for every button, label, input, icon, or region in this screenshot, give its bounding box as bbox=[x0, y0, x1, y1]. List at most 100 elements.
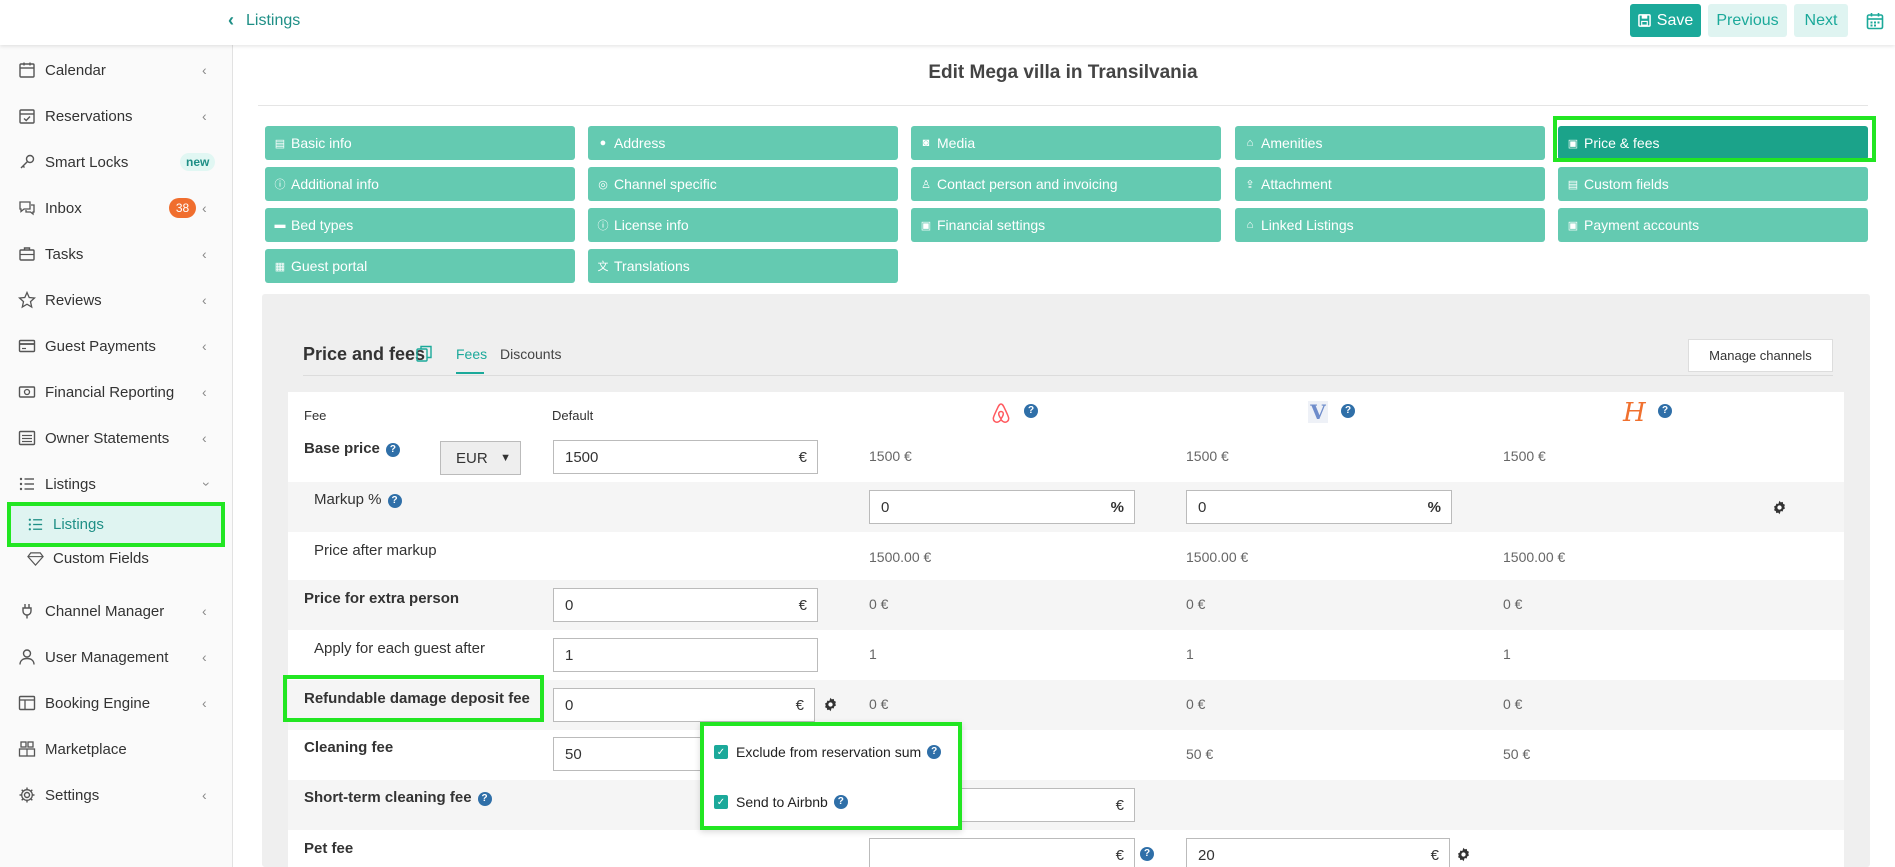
checkbox-checked-icon[interactable]: ✓ bbox=[714, 745, 728, 759]
tab-contact-person[interactable]: ♙ Contact person and invoicing bbox=[911, 167, 1221, 201]
airbnb-short-term-cleaning-input[interactable]: € bbox=[940, 788, 1135, 822]
sidebar-item-user-management[interactable]: User Management ‹ bbox=[0, 637, 232, 677]
currency-select[interactable]: EUR ▼ bbox=[440, 441, 521, 475]
copy-icon[interactable] bbox=[416, 345, 432, 362]
chevron-left-icon: ‹ bbox=[202, 200, 207, 216]
help-icon[interactable]: ? bbox=[1341, 404, 1355, 418]
previous-button[interactable]: Previous bbox=[1708, 4, 1787, 37]
sidebar-item-reviews[interactable]: Reviews ‹ bbox=[0, 280, 232, 320]
help-icon[interactable]: ? bbox=[1024, 404, 1038, 418]
airbnb-extra-person: 0 € bbox=[869, 596, 889, 612]
tab-basic-info[interactable]: ▤ Basic info bbox=[265, 126, 575, 160]
next-button[interactable]: Next bbox=[1794, 4, 1848, 37]
unread-count-badge: 38 bbox=[169, 198, 196, 218]
vrbo-cleaning-fee: 50 € bbox=[1186, 746, 1214, 762]
sidebar-subitem-custom-fields[interactable]: Custom Fields bbox=[7, 538, 225, 578]
help-icon[interactable]: ? bbox=[385, 443, 400, 457]
sidebar-item-label: Guest Payments bbox=[45, 337, 156, 355]
sidebar-item-guest-payments[interactable]: Guest Payments ‹ bbox=[0, 326, 232, 366]
sidebar-item-channel-manager[interactable]: Channel Manager ‹ bbox=[0, 591, 232, 631]
damage-deposit-input[interactable]: 0 € bbox=[553, 688, 815, 722]
apply-guest-label: Apply for each guest after bbox=[314, 640, 485, 657]
homeaway-price-after-markup: 1500.00 € bbox=[1503, 549, 1566, 565]
airbnb-pet-fee-input[interactable]: € bbox=[869, 838, 1135, 867]
sidebar-item-financial-reporting[interactable]: Financial Reporting ‹ bbox=[0, 372, 232, 412]
vrbo-apply-guest: 1 bbox=[1186, 646, 1194, 662]
sidebar-item-owner-statements[interactable]: Owner Statements ‹ bbox=[0, 418, 232, 458]
cog-icon: ◎ bbox=[598, 178, 608, 191]
sidebar-item-inbox[interactable]: Inbox 38 ‹ bbox=[0, 188, 232, 228]
sidebar-subitem-label: Custom Fields bbox=[53, 549, 149, 567]
tab-fees[interactable]: Fees bbox=[456, 346, 487, 362]
sidebar-item-smart-locks[interactable]: Smart Locks new bbox=[0, 142, 232, 182]
exclude-from-sum-option[interactable]: ✓ Exclude from reservation sum ? bbox=[714, 744, 942, 760]
tab-media[interactable]: ◙ Media bbox=[911, 126, 1221, 160]
help-icon[interactable]: ? bbox=[1658, 404, 1672, 418]
sidebar-item-calendar[interactable]: Calendar ‹ bbox=[0, 50, 232, 90]
chevron-left-icon: ‹ bbox=[202, 62, 207, 78]
send-to-airbnb-option[interactable]: ✓ Send to Airbnb ? bbox=[714, 794, 848, 810]
tab-financial-settings[interactable]: ▣ Financial settings bbox=[911, 208, 1221, 242]
tab-payment-accounts[interactable]: ▣ Payment accounts bbox=[1558, 208, 1868, 242]
save-button[interactable]: Save bbox=[1630, 4, 1701, 37]
chevron-down-icon: ▼ bbox=[500, 452, 511, 464]
input-value: 0 bbox=[1198, 498, 1207, 516]
calendar-icon[interactable] bbox=[1866, 12, 1884, 30]
help-icon[interactable]: ? bbox=[387, 494, 402, 508]
tab-label: Financial settings bbox=[937, 217, 1046, 233]
tab-channel-specific[interactable]: ◎ Channel specific bbox=[588, 167, 898, 201]
money-icon bbox=[18, 386, 36, 398]
base-price-label: Base price? bbox=[304, 440, 400, 457]
sidebar-item-reservations[interactable]: Reservations ‹ bbox=[0, 96, 232, 136]
manage-channels-button[interactable]: Manage channels bbox=[1688, 339, 1833, 372]
tab-bed-types[interactable]: ▬ Bed types bbox=[265, 208, 575, 242]
sidebar-item-label: Calendar bbox=[45, 61, 106, 79]
sidebar-item-marketplace[interactable]: Marketplace bbox=[0, 729, 232, 769]
cleaning-fee-input[interactable]: 50 bbox=[553, 737, 713, 771]
tab-linked-listings[interactable]: ⌂ Linked Listings bbox=[1235, 208, 1545, 242]
sidebar-item-listings[interactable]: Listings ‹ bbox=[0, 464, 232, 504]
credit-card-icon bbox=[18, 339, 36, 353]
sidebar-item-label: Inbox bbox=[45, 199, 82, 217]
tab-additional-info[interactable]: ⓘ Additional info bbox=[265, 167, 575, 201]
tab-attachment[interactable]: ⇪ Attachment bbox=[1235, 167, 1545, 201]
table-row bbox=[288, 730, 1844, 780]
tab-translations[interactable]: 文 Translations bbox=[588, 249, 898, 283]
info-icon: ⓘ bbox=[274, 179, 286, 191]
info-icon: ⓘ bbox=[597, 220, 609, 232]
calendar-icon bbox=[19, 62, 35, 78]
gear-icon[interactable] bbox=[1456, 847, 1471, 862]
base-price-input[interactable]: 1500 € bbox=[553, 440, 818, 474]
sidebar-item-tasks[interactable]: Tasks ‹ bbox=[0, 234, 232, 274]
airbnb-markup-input[interactable]: 0% bbox=[869, 490, 1135, 524]
tab-label: Custom fields bbox=[1584, 176, 1669, 192]
chevron-left-icon: ‹ bbox=[202, 338, 207, 354]
highlight-price-fees-tab bbox=[1553, 116, 1876, 162]
gear-icon[interactable] bbox=[823, 697, 838, 712]
tab-custom-fields[interactable]: ▤ Custom fields bbox=[1558, 167, 1868, 201]
tab-discounts[interactable]: Discounts bbox=[500, 346, 561, 362]
vrbo-markup-input[interactable]: 0% bbox=[1186, 490, 1452, 524]
back-to-listings-link[interactable]: ‹ Listings bbox=[228, 10, 300, 31]
column-header-default: Default bbox=[552, 408, 594, 423]
top-bar: ‹ Listings Save Previous Next bbox=[0, 0, 1895, 45]
tab-amenities[interactable]: ⌂ Amenities bbox=[1235, 126, 1545, 160]
vrbo-damage-deposit: 0 € bbox=[1186, 696, 1206, 712]
help-icon[interactable]: ? bbox=[477, 792, 492, 806]
sidebar-item-label: Booking Engine bbox=[45, 694, 151, 712]
table-row bbox=[288, 532, 1844, 580]
help-icon[interactable]: ? bbox=[927, 745, 942, 759]
extra-person-input[interactable]: 0 € bbox=[553, 588, 818, 622]
apply-guest-input[interactable]: 1 bbox=[553, 638, 818, 672]
tab-license-info[interactable]: ⓘ License info bbox=[588, 208, 898, 242]
sidebar-item-booking-engine[interactable]: Booking Engine ‹ bbox=[0, 683, 232, 723]
vrbo-pet-fee-input[interactable]: 20 € bbox=[1186, 838, 1450, 867]
checkbox-checked-icon[interactable]: ✓ bbox=[714, 795, 728, 809]
tab-address[interactable]: ● Address bbox=[588, 126, 898, 160]
help-icon[interactable]: ? bbox=[1140, 847, 1154, 861]
tab-guest-portal[interactable]: ▦ Guest portal bbox=[265, 249, 575, 283]
gear-icon[interactable] bbox=[1772, 500, 1787, 515]
chevron-down-icon: ‹ bbox=[196, 481, 213, 487]
help-icon[interactable]: ? bbox=[833, 795, 848, 809]
sidebar-item-settings[interactable]: Settings ‹ bbox=[0, 775, 232, 815]
